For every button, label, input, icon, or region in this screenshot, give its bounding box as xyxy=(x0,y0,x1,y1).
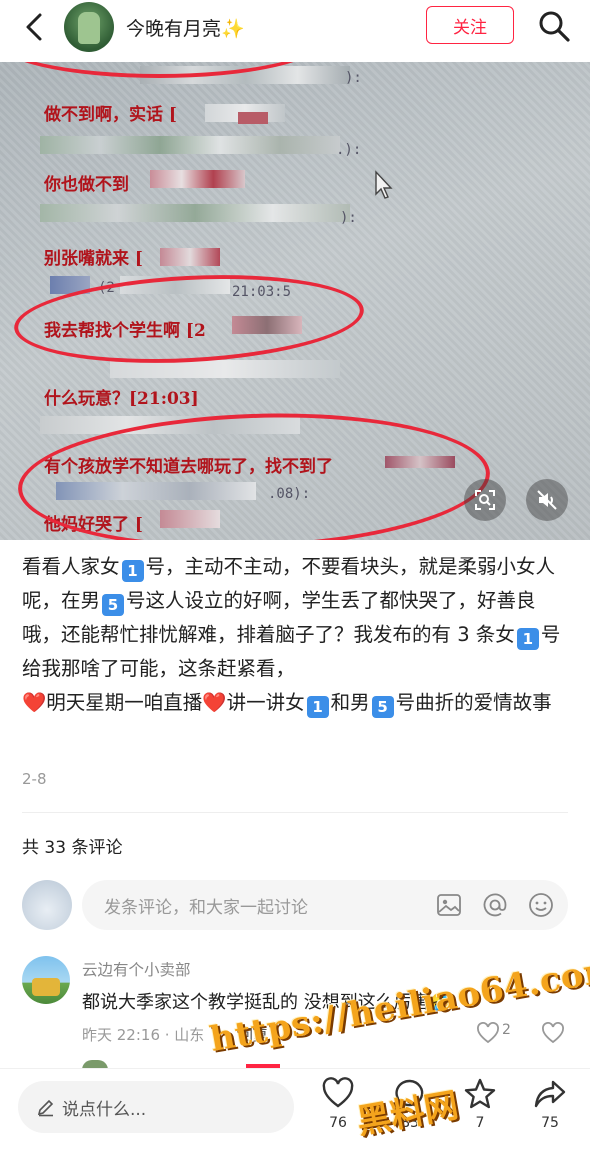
keycap-1-emoji: 1 xyxy=(306,696,329,718)
share-count: 75 xyxy=(541,1115,559,1131)
author-name[interactable]: 今晚有月亮✨ xyxy=(126,14,245,41)
chat-fragment: .): xyxy=(336,142,362,158)
keycap-1-emoji: 1 xyxy=(121,560,144,582)
collect-button[interactable]: 7 xyxy=(456,1077,504,1145)
sparkle-emoji: ✨ xyxy=(221,18,245,40)
comment-like-count: 2 xyxy=(502,1022,511,1038)
top-bar: 今晚有月亮✨ 关注 xyxy=(0,0,590,56)
image-icon[interactable] xyxy=(436,892,462,918)
chat-fragment: ): xyxy=(340,210,357,226)
chat-line: 什么玩意？[21:03] xyxy=(44,389,199,409)
post-caption: 看看人家女 1 号，主动不主动，不要看块头，就是柔弱小女人呢，在男 5 号这人设立的好啊… xyxy=(22,555,561,718)
keycap-5-emoji: 5 xyxy=(371,696,394,718)
commenter-name[interactable]: 云边有个小卖部 xyxy=(82,958,191,980)
mute-icon[interactable] xyxy=(526,479,568,521)
chat-line: 做不到啊，实话 [ xyxy=(44,105,177,125)
like-count: 76 xyxy=(329,1115,347,1131)
chat-line: 别张嘴就来 [ xyxy=(44,249,143,269)
mention-icon[interactable] xyxy=(482,892,508,918)
image-search-icon[interactable] xyxy=(464,479,506,521)
cursor-icon xyxy=(375,170,393,199)
post-image[interactable]: ): .): ): (2 21:03:5 .08): 做不到啊，实话 [ 你也做… xyxy=(0,62,590,540)
comments-count-heading: 共 33 条评论 xyxy=(22,838,123,858)
chat-fragment: ): xyxy=(345,70,362,86)
star-outline-icon xyxy=(464,1078,496,1109)
heart-outline-icon[interactable] xyxy=(540,1022,566,1044)
follow-button[interactable]: 关注 xyxy=(426,6,514,44)
author-avatar[interactable] xyxy=(64,2,114,52)
commenter-avatar[interactable] xyxy=(22,956,70,1004)
comment-meta: 昨天 22:16 · 山东 xyxy=(82,1026,205,1044)
heart-emoji: ❤️ xyxy=(22,691,47,714)
keycap-1-emoji: 1 xyxy=(516,628,539,650)
post-date: 2-8 xyxy=(22,770,47,788)
bottom-bar: 说点什么... 76 83 7 75 xyxy=(0,1068,590,1155)
search-icon[interactable] xyxy=(536,8,572,44)
heart-outline-icon[interactable] xyxy=(476,1022,500,1044)
pencil-icon xyxy=(37,1099,54,1117)
chat-line: 你也做不到 xyxy=(44,175,129,195)
share-arrow-icon xyxy=(534,1080,566,1108)
keycap-5-emoji: 5 xyxy=(102,594,125,616)
heart-emoji: ❤️ xyxy=(202,691,227,714)
divider xyxy=(22,812,568,813)
share-button[interactable]: 75 xyxy=(526,1077,574,1145)
heart-outline-icon xyxy=(322,1077,354,1108)
collect-count: 7 xyxy=(475,1115,485,1131)
emoji-icon[interactable] xyxy=(528,892,554,918)
chevron-left-icon[interactable] xyxy=(18,10,52,44)
my-avatar xyxy=(22,880,72,930)
say-something-input[interactable]: 说点什么... xyxy=(18,1081,294,1133)
